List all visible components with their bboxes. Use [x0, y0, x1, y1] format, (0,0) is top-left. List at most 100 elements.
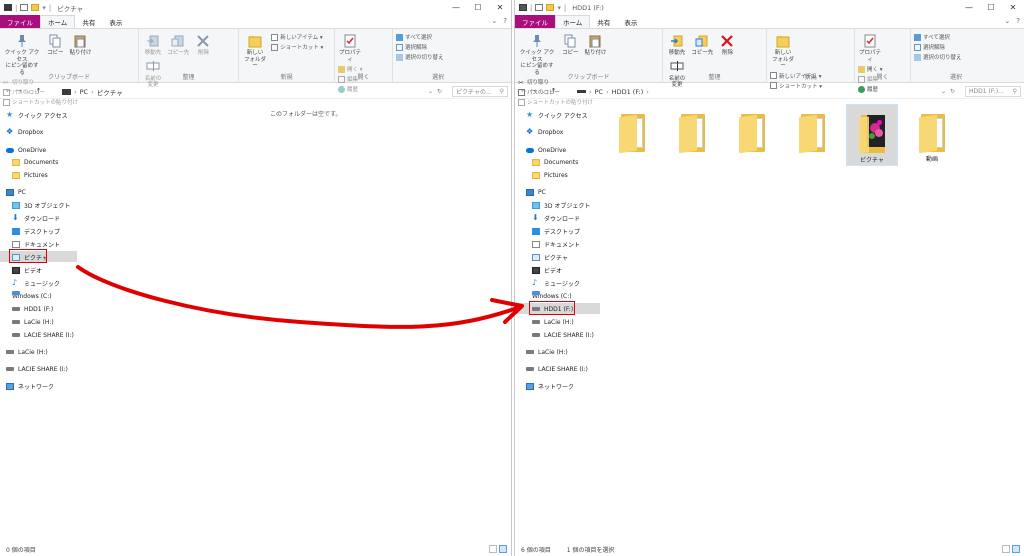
nav-lacie-share-root[interactable]: LACIE SHARE (I:)	[6, 364, 68, 374]
nav-dropbox[interactable]: ❖ Dropbox	[6, 127, 43, 137]
nav-lacie-share-i[interactable]: LACIE SHARE (I:)	[532, 330, 594, 340]
invert-selection-button[interactable]: 選択の切り替え	[396, 53, 444, 61]
nav-onedrive[interactable]: OneDrive	[6, 145, 46, 155]
nav-documents[interactable]: Documents	[532, 157, 578, 167]
copy-to-button[interactable]: コピー先	[167, 31, 189, 57]
up-arrow-icon[interactable]: ↑	[551, 87, 557, 95]
recent-chevron-icon[interactable]: ⌄	[26, 87, 32, 95]
help-icon[interactable]: ?	[1016, 17, 1020, 25]
details-view-icon[interactable]	[489, 545, 497, 553]
nav-lacie-share-root[interactable]: LACIE SHARE (I:)	[526, 364, 588, 374]
nav-network[interactable]: ネットワーク	[526, 381, 574, 391]
collapse-ribbon-icon[interactable]: ⌄	[491, 17, 497, 25]
tab-file[interactable]: ファイル	[0, 15, 40, 28]
nav-videos[interactable]: ビデオ	[532, 265, 562, 275]
paste-shortcut-button[interactable]: ショートカットの貼り付け	[3, 98, 78, 106]
paste-button[interactable]: 貼り付け	[69, 31, 91, 57]
back-arrow-icon[interactable]: ←	[6, 87, 12, 95]
pin-quick-access-button[interactable]: クイック アクセス にピン留めする	[518, 31, 556, 76]
paste-button[interactable]: 貼り付け	[584, 31, 606, 57]
properties-button[interactable]: プロパティ	[338, 31, 362, 63]
details-view-icon[interactable]	[1002, 545, 1010, 553]
close-icon[interactable]: ✕	[489, 0, 511, 15]
minimize-icon[interactable]: —	[445, 0, 467, 15]
nav-pictures[interactable]: Pictures	[12, 170, 48, 180]
nav-lacie-h[interactable]: LaCie (H:)	[532, 317, 574, 327]
nav-videos[interactable]: ビデオ	[12, 265, 42, 275]
tab-share[interactable]: 共有	[75, 15, 102, 28]
nav-lacie-h-root[interactable]: LaCie (H:)	[526, 347, 568, 357]
maximize-icon[interactable]: ☐	[980, 0, 1002, 15]
tab-share[interactable]: 共有	[590, 15, 617, 28]
nav-dropbox[interactable]: ❖ Dropbox	[526, 127, 563, 137]
move-to-button[interactable]: 移動先	[142, 31, 164, 57]
nav-pc[interactable]: PC	[6, 187, 26, 197]
address-dropdown-icon[interactable]: ⌄	[941, 88, 946, 95]
forward-arrow-icon[interactable]: →	[16, 87, 22, 95]
copy-to-button[interactable]: コピー先	[691, 31, 713, 57]
easy-access-button[interactable]: ショートカット ▾	[271, 43, 323, 51]
breadcrumb-pc[interactable]: PC	[595, 88, 603, 96]
nav-pictures[interactable]: Pictures	[532, 170, 568, 180]
nav-lacie-share-i[interactable]: LACIE SHARE (I:)	[12, 330, 74, 340]
collapse-ribbon-icon[interactable]: ⌄	[1004, 17, 1010, 25]
folder-tile-videos[interactable]: 動画	[906, 104, 958, 163]
select-all-button[interactable]: すべて選択	[914, 33, 962, 41]
nav-docs-jp[interactable]: ドキュメント	[12, 239, 60, 249]
select-none-button[interactable]: 選択解除	[396, 43, 444, 51]
address-dropdown-icon[interactable]: ⌄	[428, 88, 433, 95]
nav-3d-objects[interactable]: 3D オブジェクト	[532, 200, 590, 210]
new-folder-button[interactable]: 新しい フォルダー	[770, 31, 796, 70]
nav-windows-c[interactable]: Windows (C:)	[532, 291, 572, 301]
up-arrow-icon[interactable]: ↑	[36, 87, 42, 95]
forward-arrow-icon[interactable]: →	[531, 87, 537, 95]
tab-view[interactable]: 表示	[102, 15, 129, 28]
nav-downloads[interactable]: ⬇ ダウンロード	[532, 213, 580, 223]
move-to-button[interactable]: 移動先	[666, 31, 688, 57]
refresh-icon[interactable]: ↻	[437, 88, 442, 95]
properties-icon[interactable]	[20, 4, 29, 11]
large-icons-view-icon[interactable]	[499, 545, 507, 553]
breadcrumb[interactable]: › PC › ピクチャ	[62, 86, 123, 97]
tab-home[interactable]: ホーム	[40, 15, 76, 28]
nav-music[interactable]: ♪ ミュージック	[12, 278, 60, 288]
properties-button[interactable]: プロパティ	[858, 31, 882, 63]
nav-pictures-jp[interactable]: ピクチャ	[532, 252, 568, 262]
nav-windows-c[interactable]: Windows (C:)	[12, 291, 52, 301]
nav-hdd1[interactable]: HDD1 (F:)	[12, 304, 53, 314]
delete-button[interactable]: 削除	[716, 31, 738, 57]
new-item-button[interactable]: 新しいアイテム ▾	[271, 33, 323, 41]
search-input[interactable]: ピクチャの... ⚲	[452, 86, 508, 97]
search-input[interactable]: HDD1 (F:)... ⚲	[965, 86, 1021, 97]
breadcrumb-pc[interactable]: PC	[80, 88, 88, 96]
copy-button[interactable]: コピー	[559, 31, 581, 57]
copy-button[interactable]: コピー	[44, 31, 66, 57]
folder-tile[interactable]	[726, 104, 778, 154]
nav-music[interactable]: ♪ ミュージック	[532, 278, 580, 288]
customize-qa-icon[interactable]: ▾	[557, 4, 561, 12]
nav-pc[interactable]: PC	[526, 187, 546, 197]
invert-selection-button[interactable]: 選択の切り替え	[914, 53, 962, 61]
folder-tile-pictures[interactable]: ピクチャ	[846, 104, 898, 166]
properties-icon[interactable]	[535, 4, 544, 11]
customize-qa-icon[interactable]: ▾	[42, 4, 46, 12]
select-all-button[interactable]: すべて選択	[396, 33, 444, 41]
nav-desktop[interactable]: デスクトップ	[12, 226, 60, 236]
nav-quick-access[interactable]: ★ クイック アクセス	[6, 110, 68, 120]
delete-button[interactable]: 削除	[192, 31, 214, 57]
new-folder-icon[interactable]	[31, 4, 40, 11]
nav-docs-jp[interactable]: ドキュメント	[532, 239, 580, 249]
tab-file[interactable]: ファイル	[515, 15, 555, 28]
tab-home[interactable]: ホーム	[555, 15, 591, 28]
nav-downloads[interactable]: ⬇ ダウンロード	[12, 213, 60, 223]
large-icons-view-icon[interactable]	[1012, 545, 1020, 553]
minimize-icon[interactable]: —	[958, 0, 980, 15]
nav-lacie-h[interactable]: LaCie (H:)	[12, 317, 54, 327]
breadcrumb-hdd1[interactable]: HDD1 (F:)	[612, 88, 644, 96]
pin-quick-access-button[interactable]: クイック アクセス にピン留めする	[3, 31, 41, 76]
refresh-icon[interactable]: ↻	[950, 88, 955, 95]
breadcrumb[interactable]: › PC › HDD1 (F:) ›	[577, 86, 649, 97]
breadcrumb-pictures[interactable]: ピクチャ	[97, 87, 123, 97]
nav-network[interactable]: ネットワーク	[6, 381, 54, 391]
nav-3d-objects[interactable]: 3D オブジェクト	[12, 200, 70, 210]
